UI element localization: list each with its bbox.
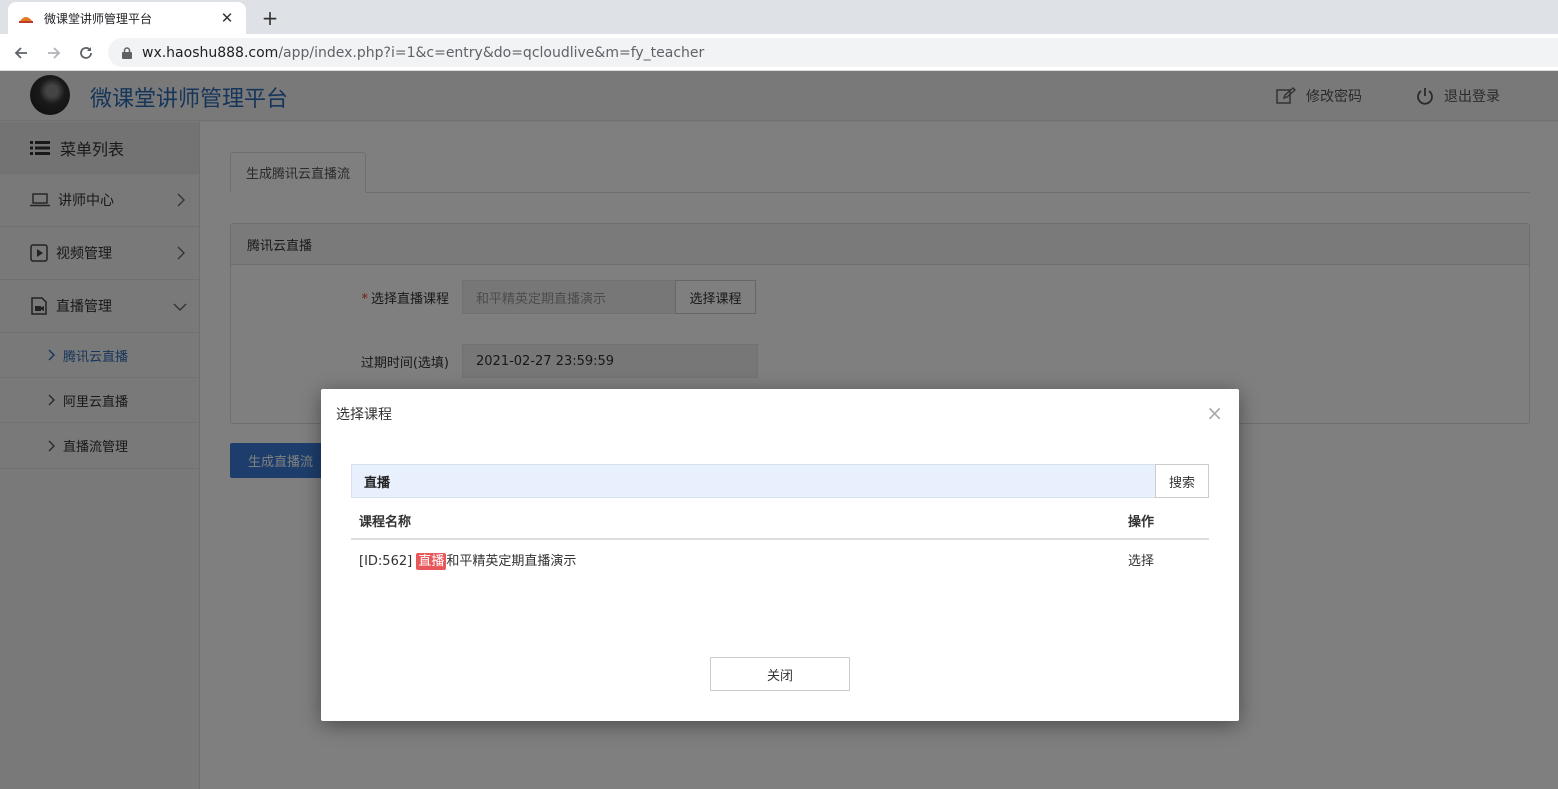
search-group: 直播 搜索 [351,464,1209,498]
browser-toolbar: wx.haoshu888.com/app/index.php?i=1&c=ent… [0,34,1558,71]
lock-icon [120,46,134,60]
column-header-action: 操作 [1128,514,1155,530]
browser-tab[interactable]: 微课堂讲师管理平台 ✕ [8,2,246,34]
close-icon[interactable]: × [1206,403,1223,423]
keyword-highlight: 直播 [416,552,447,570]
table-header: 课程名称 操作 [351,502,1209,540]
url-text: wx.haoshu888.com/app/index.php?i=1&c=ent… [142,44,705,61]
column-header-name: 课程名称 [359,514,412,530]
modal-title: 选择课程 [336,407,392,423]
search-button[interactable]: 搜索 [1155,464,1209,498]
browser-tabbar: 微课堂讲师管理平台 ✕ + [0,0,1558,34]
new-tab-button[interactable]: + [258,6,282,30]
address-bar[interactable]: wx.haoshu888.com/app/index.php?i=1&c=ent… [108,38,1558,67]
back-icon[interactable] [9,41,33,65]
search-input[interactable]: 直播 [351,464,1155,498]
site-favicon-icon [18,10,34,26]
close-button[interactable]: 关闭 [710,657,850,691]
choose-course-modal: 选择课程 × 直播 搜索 课程名称 操作 [ID:562] 直播 和平精英定期直播… [321,389,1239,721]
forward-icon[interactable] [42,41,66,65]
table-row: [ID:562] 直播 和平精英定期直播演示 选择 [351,540,1209,578]
reload-icon[interactable] [74,41,98,65]
course-table: 课程名称 操作 [ID:562] 直播 和平精英定期直播演示 选择 [351,502,1209,578]
course-name-cell: [ID:562] 直播 和平精英定期直播演示 [359,552,577,570]
tab-title: 微课堂讲师管理平台 [44,11,153,26]
select-course-link[interactable]: 选择 [1128,550,1209,569]
tab-close-icon[interactable]: ✕ [218,9,236,27]
